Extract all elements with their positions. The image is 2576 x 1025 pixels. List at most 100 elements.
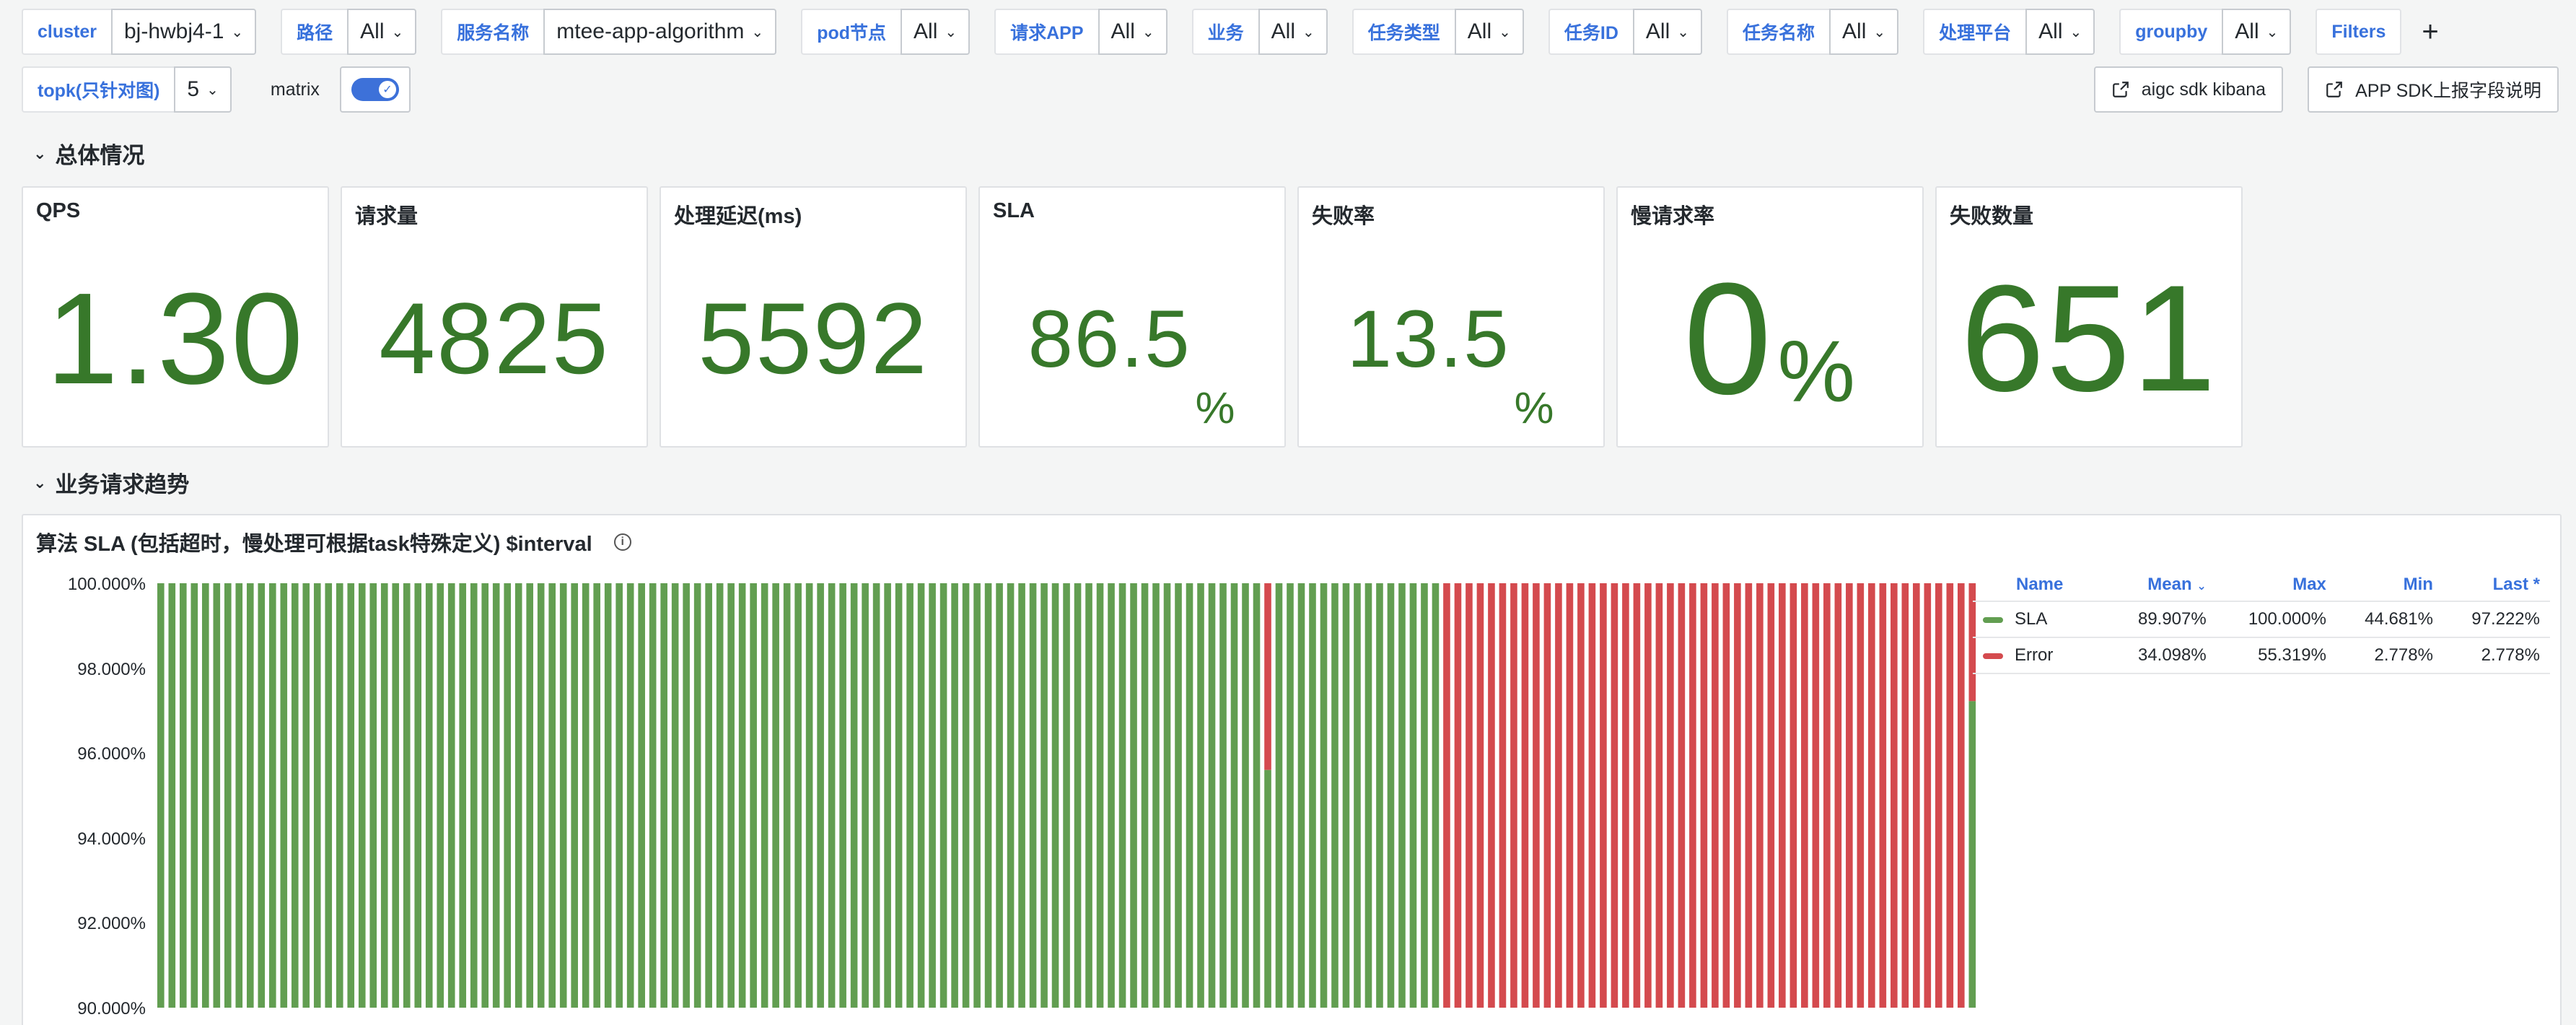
variable-select[interactable]: All ⌄ — [2025, 9, 2095, 55]
legend-row[interactable]: Error 34.098% 55.319% 2.778% 2.778% — [1973, 637, 2550, 674]
variable-任务名称: 任务名称 All ⌄ — [1727, 9, 1899, 55]
bar-sla — [1063, 583, 1070, 1008]
sdk-doc-link[interactable]: APP SDK上报字段说明 — [2308, 66, 2559, 113]
bar-error — [1543, 583, 1551, 1008]
bar-error — [1913, 583, 1920, 1008]
bar-sla — [638, 583, 645, 1008]
chevron-down-icon: ⌄ — [33, 473, 47, 492]
variable-select[interactable]: All ⌄ — [2222, 9, 2292, 55]
variable-label: 任务名称 — [1727, 9, 1830, 55]
bar-sla — [582, 583, 590, 1008]
bar-sla — [470, 583, 478, 1008]
bar-sla — [615, 583, 623, 1008]
bar-sla — [392, 583, 400, 1008]
stat-title: QPS — [36, 199, 81, 222]
variable-select[interactable]: All ⌄ — [1454, 9, 1524, 55]
bar-sla — [805, 583, 813, 1008]
bar-sla — [1007, 583, 1015, 1008]
stat-title: 处理延迟(ms) — [674, 205, 802, 228]
legend-header-mean[interactable]: Mean ⌄ — [2109, 569, 2217, 602]
variable-select[interactable]: mtee-app-algorithm ⌄ — [543, 9, 777, 55]
kibana-link-label: aigc sdk kibana — [2141, 79, 2266, 100]
bar-error — [1577, 583, 1585, 1008]
legend-table: Name Mean ⌄ Max Min Last * SLA 89.907% 100… — [1973, 569, 2550, 674]
matrix-toggle-box: ✓ — [339, 66, 411, 113]
variable-select[interactable]: All ⌄ — [1829, 9, 1899, 55]
bar-sla — [1208, 583, 1216, 1008]
variable-topk: topk(只针对图) 5 ⌄ — [22, 66, 232, 113]
bar-error — [1655, 583, 1663, 1008]
bar-sla — [917, 583, 925, 1008]
bar-sla — [201, 583, 209, 1008]
bar-sla — [1163, 583, 1171, 1008]
stat-panel: QPS 1.30 — [22, 186, 329, 448]
legend-header-max[interactable]: Max — [2216, 569, 2336, 602]
series-color-swatch — [1983, 653, 2003, 659]
bar-sla — [1242, 583, 1249, 1008]
bar-sla — [693, 583, 701, 1008]
variable-select[interactable]: All ⌄ — [901, 9, 971, 55]
bar-error — [1846, 583, 1853, 1008]
matrix-toggle[interactable]: ✓ — [351, 78, 399, 101]
bar-error — [1466, 583, 1473, 1008]
bar-error — [1611, 583, 1618, 1008]
bar-sla — [1175, 583, 1182, 1008]
row-trend[interactable]: ⌄ 业务请求趋势 — [33, 466, 189, 499]
bar-sla — [268, 583, 276, 1008]
bar-sla — [291, 583, 299, 1008]
legend-row[interactable]: SLA 89.907% 100.000% 44.681% 97.222% — [1973, 601, 2550, 638]
topk-select[interactable]: 5 ⌄ — [174, 66, 232, 113]
bar-error — [1644, 583, 1652, 1008]
bar-error — [1555, 583, 1562, 1008]
bar-sla — [347, 583, 355, 1008]
bar-sla — [828, 583, 836, 1008]
y-tick-label: 94.000% — [77, 829, 146, 849]
legend-header-min[interactable]: Min — [2336, 569, 2443, 602]
bar-sla — [671, 583, 679, 1008]
bar-sla — [1029, 583, 1037, 1008]
variable-select[interactable]: bj-hwbj4-1 ⌄ — [110, 9, 257, 55]
variable-select[interactable]: All ⌄ — [1098, 9, 1167, 55]
variable-value: bj-hwbj4-1 — [123, 19, 224, 43]
variable-select[interactable]: All ⌄ — [347, 9, 417, 55]
bar-sla — [649, 583, 657, 1008]
bar-sla — [1041, 583, 1048, 1008]
legend-header-name[interactable]: Name — [1973, 569, 2110, 602]
bar-sla — [1320, 583, 1328, 1008]
variable-label-topk: topk(只针对图) — [22, 66, 175, 113]
variable-value: mtee-app-algorithm — [556, 19, 745, 43]
legend-max: 55.319% — [2216, 637, 2336, 674]
bar-sla — [1096, 583, 1104, 1008]
variable-请求APP: 请求APP All ⌄ — [994, 9, 1167, 55]
legend-header-last[interactable]: Last * — [2443, 569, 2550, 602]
info-icon[interactable]: i — [613, 533, 631, 551]
bar-sla — [683, 583, 690, 1008]
variable-select[interactable]: All ⌄ — [1258, 9, 1328, 55]
sdk-doc-link-label: APP SDK上报字段说明 — [2355, 81, 2541, 101]
stat-value-wrap: 0% — [1618, 231, 1922, 446]
bar-sla — [705, 583, 712, 1008]
bar-sla — [1219, 583, 1227, 1008]
bar-error — [1789, 583, 1797, 1008]
variable-select[interactable]: All ⌄ — [1632, 9, 1703, 55]
bar-sla — [750, 583, 757, 1008]
row-overview[interactable]: ⌄ 总体情况 — [33, 137, 144, 170]
bar-sla — [1421, 583, 1428, 1008]
add-filter-button[interactable]: + — [2422, 17, 2438, 46]
filters-button[interactable]: Filters — [2316, 9, 2402, 55]
variable-label: 路径 — [281, 9, 348, 55]
variable-value: All — [1645, 19, 1670, 43]
bar-sla — [548, 583, 556, 1008]
chevron-down-icon: ⌄ — [33, 144, 47, 162]
bar-error — [1476, 583, 1484, 1008]
variable-处理平台: 处理平台 All ⌄ — [1923, 9, 2095, 55]
y-tick-label: 98.000% — [77, 659, 146, 679]
bar-sla — [280, 583, 288, 1008]
variable-label: 服务名称 — [441, 9, 544, 55]
kibana-link[interactable]: aigc sdk kibana — [2093, 66, 2284, 113]
stat-value-wrap: 4825 — [342, 231, 647, 446]
bar-sla — [425, 583, 433, 1008]
legend-mean: 89.907% — [2109, 601, 2217, 638]
panel-title-text: 算法 SLA (包括超时，慢处理可根据task特殊定义) $interval — [36, 533, 592, 556]
stat-value-wrap: 13.5% — [1299, 231, 1603, 446]
